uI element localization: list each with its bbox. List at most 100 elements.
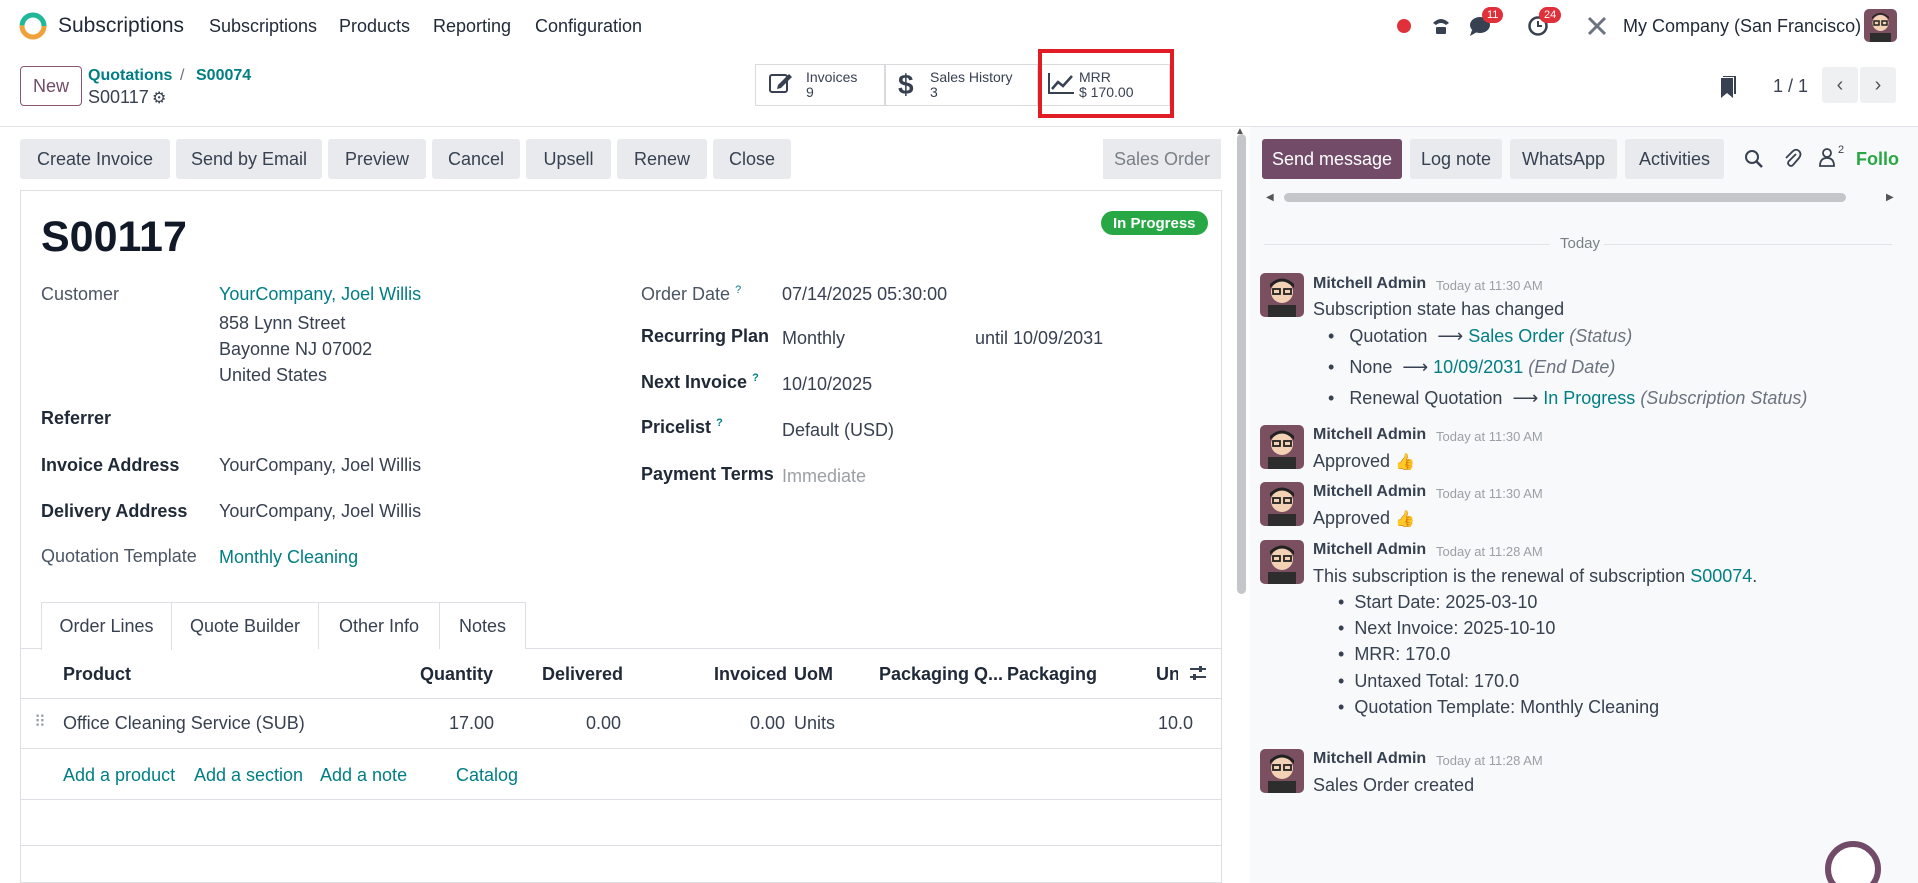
col-quantity[interactable]: Quantity <box>420 664 493 685</box>
order-date-field[interactable]: 07/14/2025 05:30:00 <box>782 284 947 305</box>
referrer-field[interactable] <box>219 404 579 432</box>
top-navbar: Subscriptions Subscriptions Products Rep… <box>0 0 1918 52</box>
record-dot-icon[interactable] <box>1391 13 1417 39</box>
bookmark-icon[interactable] <box>1718 75 1738 105</box>
author-avatar[interactable] <box>1260 273 1304 317</box>
new-button[interactable]: New <box>20 66 82 106</box>
line-delivered[interactable]: 0.00 <box>586 713 621 734</box>
pricelist-field[interactable]: Default (USD) <box>782 420 894 441</box>
referrer-label: Referrer <box>41 408 112 428</box>
drag-handle-icon[interactable]: ⠿ <box>34 712 46 732</box>
renew-button[interactable]: Renew <box>617 139 707 179</box>
message-author[interactable]: Mitchell Admin <box>1313 750 1426 768</box>
pager-next-button[interactable]: › <box>1860 67 1896 103</box>
col-product[interactable]: Product <box>63 664 131 685</box>
scroll-right-arrow-icon[interactable]: ▶ <box>1886 192 1894 203</box>
col-packaging[interactable]: Packaging <box>1007 664 1097 685</box>
invoices-stat-button[interactable]: Invoices 9 <box>755 64 885 106</box>
add-product-link[interactable]: Add a product <box>63 765 175 786</box>
renewal-source-link[interactable]: S00074 <box>1690 566 1752 586</box>
whatsapp-button[interactable]: WhatsApp <box>1510 139 1617 179</box>
activity-clock-icon[interactable]: 24 <box>1525 7 1562 39</box>
add-section-link[interactable]: Add a section <box>194 765 303 786</box>
preview-button[interactable]: Preview <box>328 139 426 179</box>
pager-previous-button[interactable]: ‹ <box>1822 67 1858 103</box>
pager-value[interactable]: 1 / 1 <box>1773 76 1808 97</box>
tab-quote-builder[interactable]: Quote Builder <box>171 602 319 649</box>
send-message-button[interactable]: Send message <box>1262 139 1402 179</box>
sales-history-stat-button[interactable]: $ Sales History 3 <box>885 64 1038 106</box>
invoice-address-field[interactable]: YourCompany, Joel Willis <box>219 455 421 476</box>
author-avatar[interactable] <box>1260 482 1304 526</box>
tab-other-info[interactable]: Other Info <box>318 602 440 649</box>
recurring-plan-field[interactable]: Monthly <box>782 328 845 349</box>
add-note-link[interactable]: Add a note <box>320 765 407 786</box>
message-author[interactable]: Mitchell Admin <box>1313 541 1426 559</box>
message-author[interactable]: Mitchell Admin <box>1313 275 1426 293</box>
col-unit-price[interactable]: Uni <box>1156 664 1178 685</box>
author-avatar[interactable] <box>1260 749 1304 793</box>
author-avatar[interactable] <box>1260 540 1304 584</box>
follow-button[interactable]: Follo <box>1856 149 1899 170</box>
header-row-divider <box>20 698 1222 699</box>
author-avatar[interactable] <box>1260 425 1304 469</box>
line-product[interactable]: Office Cleaning Service (SUB) <box>63 713 305 734</box>
tab-notes[interactable]: Notes <box>439 602 526 649</box>
quotation-template-label: Quotation Template <box>41 546 197 566</box>
next-invoice-field[interactable]: 10/10/2025 <box>782 374 872 395</box>
form-vertical-scrollbar[interactable] <box>1237 134 1246 594</box>
activities-button[interactable]: Activities <box>1625 139 1724 179</box>
send-by-email-button[interactable]: Send by Email <box>176 139 322 179</box>
breadcrumb-quotations[interactable]: Quotations <box>88 67 172 85</box>
cancel-button[interactable]: Cancel <box>432 139 520 179</box>
company-switcher[interactable]: My Company (San Francisco) <box>1623 16 1861 37</box>
quotation-template-link[interactable]: Monthly Cleaning <box>219 547 358 568</box>
close-button[interactable]: Close <box>713 139 791 179</box>
activities-badge: 24 <box>1539 7 1562 23</box>
message-author[interactable]: Mitchell Admin <box>1313 483 1426 501</box>
col-packaging-qty[interactable]: Packaging Q... <box>879 664 1003 685</box>
followers-icon[interactable] <box>1818 147 1836 172</box>
stage-sales-order[interactable]: Sales Order <box>1103 139 1221 179</box>
chat-icon[interactable]: 11 <box>1468 7 1504 39</box>
col-delivered[interactable]: Delivered <box>542 664 623 685</box>
line-quantity[interactable]: 17.00 <box>449 713 494 734</box>
breadcrumb-current[interactable]: S00074 <box>196 67 251 85</box>
payment-terms-field[interactable]: Immediate <box>782 466 866 487</box>
menu-configuration[interactable]: Configuration <box>535 16 642 37</box>
delivery-address-field[interactable]: YourCompany, Joel Willis <box>219 501 421 522</box>
optional-columns-toggle-icon[interactable] <box>1188 663 1208 688</box>
menu-subscriptions[interactable]: Subscriptions <box>209 16 317 37</box>
menu-products[interactable]: Products <box>339 16 410 37</box>
delivery-address-label: Delivery Address <box>41 501 188 521</box>
address-line1: 858 Lynn Street <box>219 313 346 333</box>
log-note-button[interactable]: Log note <box>1410 139 1502 179</box>
line-uom[interactable]: Units <box>794 713 835 734</box>
paperclip-icon[interactable] <box>1782 148 1802 175</box>
followers-count: 2 <box>1838 144 1845 156</box>
menu-reporting[interactable]: Reporting <box>433 16 511 37</box>
tools-icon[interactable] <box>1584 13 1610 39</box>
upsell-button[interactable]: Upsell <box>526 139 611 179</box>
subscriptions-logo-icon[interactable] <box>18 11 48 41</box>
record-title: S00117 <box>41 213 187 261</box>
catalog-link[interactable]: Catalog <box>456 765 518 786</box>
col-uom[interactable]: UoM <box>794 664 833 685</box>
col-invoiced[interactable]: Invoiced <box>714 664 787 685</box>
thumbs-up-icon: 👍 <box>1395 511 1415 528</box>
search-icon[interactable] <box>1744 149 1764 174</box>
line-unit-price[interactable]: 10.0 <box>1158 713 1222 734</box>
gear-icon[interactable]: ⚙ <box>152 88 166 108</box>
end-date-field[interactable]: until 10/09/2031 <box>975 328 1103 349</box>
tab-order-lines[interactable]: Order Lines <box>41 602 172 650</box>
create-invoice-button[interactable]: Create Invoice <box>20 139 170 179</box>
message-timestamp: Today at 11:30 AM <box>1436 429 1543 444</box>
message-author[interactable]: Mitchell Admin <box>1313 426 1426 444</box>
user-avatar[interactable] <box>1864 9 1897 42</box>
phone-icon[interactable] <box>1428 13 1454 39</box>
app-name[interactable]: Subscriptions <box>58 14 184 38</box>
mrr-highlight-box <box>1038 49 1174 118</box>
customer-link[interactable]: YourCompany, Joel Willis <box>219 284 421 305</box>
scroll-left-arrow-icon[interactable]: ◀ <box>1266 192 1274 203</box>
chatter-horizontal-scrollbar[interactable] <box>1284 193 1846 202</box>
